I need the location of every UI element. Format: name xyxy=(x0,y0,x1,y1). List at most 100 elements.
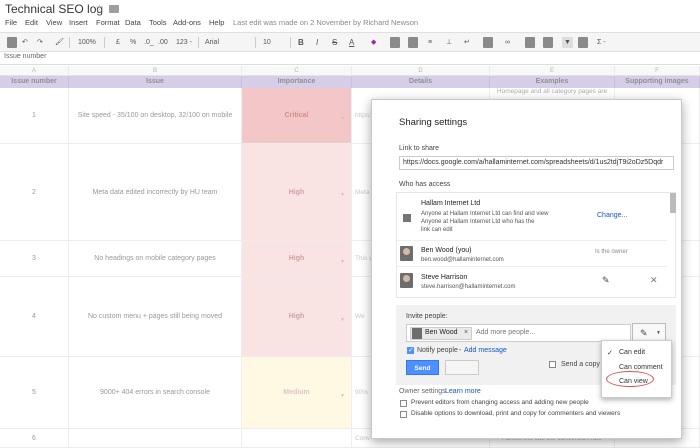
menu-edit[interactable]: Edit xyxy=(25,18,38,27)
print-icon[interactable] xyxy=(7,37,17,48)
paint-format-icon[interactable]: 🖌 xyxy=(55,37,64,48)
notify-people-checkbox[interactable] xyxy=(407,346,414,354)
invite-people-input[interactable]: Ben Wood × Add more people... xyxy=(406,324,631,342)
decrease-decimals-button[interactable]: .0_ xyxy=(144,37,154,48)
menu-data[interactable]: Data xyxy=(125,18,141,27)
folder-icon[interactable] xyxy=(109,5,119,13)
menu-file[interactable]: File xyxy=(5,18,17,27)
more-formats-button[interactable]: 123 - xyxy=(176,37,192,48)
person-email: ben.wood@hallaminternet.com xyxy=(421,257,504,263)
avatar xyxy=(400,273,413,288)
toolbar-divider xyxy=(198,37,199,48)
title-bar: Technical SEO log ☆ xyxy=(0,0,700,18)
person-email: steve.harrison@hallaminternet.com xyxy=(421,284,516,290)
chart-icon[interactable] xyxy=(543,37,553,48)
comment-icon[interactable] xyxy=(525,37,535,48)
rotate-text-icon[interactable] xyxy=(483,37,493,48)
notify-separator: - xyxy=(459,347,462,354)
font-select[interactable]: Arial xyxy=(205,37,219,48)
toolbar-divider xyxy=(255,37,256,48)
last-edit-notice[interactable]: Last edit was made on 2 November by Rich… xyxy=(233,18,418,27)
undo-icon[interactable]: ↶ xyxy=(22,37,28,48)
menu-view[interactable]: View xyxy=(46,18,62,27)
currency-button[interactable]: £ xyxy=(116,37,120,48)
access-row-person: Steve Harrison steve.harrison@hallaminte… xyxy=(397,267,667,297)
toolbar-divider xyxy=(104,37,105,48)
check-icon: ✓ xyxy=(607,350,613,357)
percent-button[interactable]: % xyxy=(130,37,136,48)
access-row-person: Ben Wood (you) ben.wood@hallaminternet.c… xyxy=(397,241,667,267)
avatar xyxy=(400,246,413,261)
access-list[interactable]: Hallam Internet Ltd Anyone at Hallam Int… xyxy=(396,192,676,298)
zoom-select[interactable]: 100% xyxy=(78,37,96,48)
menu-format[interactable]: Format xyxy=(96,18,120,27)
share-link-field[interactable]: https://docs.google.com/a/hallaminternet… xyxy=(399,156,674,170)
strikethrough-button[interactable]: S xyxy=(332,37,337,48)
cancel-button[interactable] xyxy=(445,360,479,375)
toolbar-divider xyxy=(290,37,291,48)
pencil-icon: ✎ xyxy=(640,328,648,338)
spreadsheet-app: Technical SEO log ☆ File Edit View Inser… xyxy=(0,0,700,448)
increase-decimals-button[interactable]: .00 xyxy=(158,37,168,48)
owner-role: Is the owner xyxy=(595,249,628,255)
organisation-view-access: Anyone at Hallam Internet Ltd can find a… xyxy=(421,211,549,217)
toolbar: ↶ ↷ 🖌 100% £ % .0_ .00 123 - Arial 10 B … xyxy=(0,32,700,52)
menu-bar: File Edit View Insert Format Data Tools … xyxy=(0,18,700,30)
organisation-name: Hallam Internet Ltd xyxy=(421,200,481,207)
text-color-button[interactable]: A xyxy=(349,37,354,48)
wrap-icon[interactable]: ↵ xyxy=(464,37,470,48)
borders-icon[interactable] xyxy=(390,37,400,48)
formula-bar[interactable]: Issue number xyxy=(0,52,700,65)
fill-color-icon[interactable]: ◆ xyxy=(371,37,376,48)
remove-invitee-icon[interactable]: × xyxy=(464,329,468,336)
access-row-organisation: Hallam Internet Ltd Anyone at Hallam Int… xyxy=(397,193,676,241)
toolbar-divider xyxy=(69,37,70,48)
font-size-select[interactable]: 10 xyxy=(263,37,271,48)
function-icon[interactable] xyxy=(578,37,588,48)
organisation-icon xyxy=(403,214,411,222)
prevent-editors-label: Prevent editors from changing access and… xyxy=(411,399,589,406)
access-list-scrollbar[interactable] xyxy=(670,193,676,213)
learn-more-link[interactable]: Learn more xyxy=(445,388,481,395)
invite-people-label: Invite people: xyxy=(406,313,448,320)
filter-icon[interactable]: ▼ xyxy=(562,37,573,48)
merge-cells-icon[interactable] xyxy=(408,37,418,48)
pencil-icon[interactable]: ✎ xyxy=(602,275,610,286)
menu-addons[interactable]: Add-ons xyxy=(173,18,201,27)
sum-button[interactable]: Σ - xyxy=(597,37,606,48)
send-button[interactable]: Send xyxy=(406,360,439,375)
send-copy-label: Send a copy xyxy=(561,361,600,368)
prevent-editors-checkbox[interactable] xyxy=(400,400,407,407)
disable-download-checkbox[interactable] xyxy=(400,411,407,418)
bold-button[interactable]: B xyxy=(298,37,304,48)
menu-insert[interactable]: Insert xyxy=(69,18,88,27)
align-left-icon[interactable]: ≡ xyxy=(428,37,432,48)
invite-placeholder: Add more people... xyxy=(476,329,536,336)
menu-tools[interactable]: Tools xyxy=(149,18,167,27)
notify-people-label: Notify people xyxy=(417,347,458,354)
avatar xyxy=(412,328,422,339)
valign-icon[interactable]: ⊥ xyxy=(446,37,452,48)
redo-icon[interactable]: ↷ xyxy=(37,37,43,48)
person-name: Ben Wood (you) xyxy=(421,247,472,254)
invitee-chip[interactable]: Ben Wood × xyxy=(410,327,472,340)
person-name: Steve Harrison xyxy=(421,274,468,281)
highlight-circle xyxy=(606,371,654,387)
owner-settings-label: Owner settings xyxy=(399,388,446,395)
permission-menu: ✓ Can edit Can comment Can view xyxy=(601,340,672,398)
send-copy-checkbox[interactable] xyxy=(549,361,556,368)
link-icon[interactable]: ∞ xyxy=(505,37,510,48)
invitee-name: Ben Wood xyxy=(425,329,458,336)
chevron-down-icon: ▼ xyxy=(656,330,661,336)
menu-item-can-edit[interactable]: Can edit xyxy=(619,349,645,356)
document-title[interactable]: Technical SEO log xyxy=(5,2,103,16)
formula-content: Issue number xyxy=(4,53,47,60)
italic-button[interactable]: I xyxy=(316,37,318,48)
menu-item-can-comment[interactable]: Can comment xyxy=(619,364,663,371)
remove-person-icon[interactable]: ✕ xyxy=(650,275,658,286)
add-message-link[interactable]: Add message xyxy=(464,347,507,354)
organisation-edit-access: Anyone at Hallam Internet Ltd who has th… xyxy=(421,219,535,225)
star-icon[interactable]: ☆ xyxy=(95,3,104,14)
menu-help[interactable]: Help xyxy=(209,18,224,27)
change-access-link[interactable]: Change... xyxy=(597,212,627,219)
